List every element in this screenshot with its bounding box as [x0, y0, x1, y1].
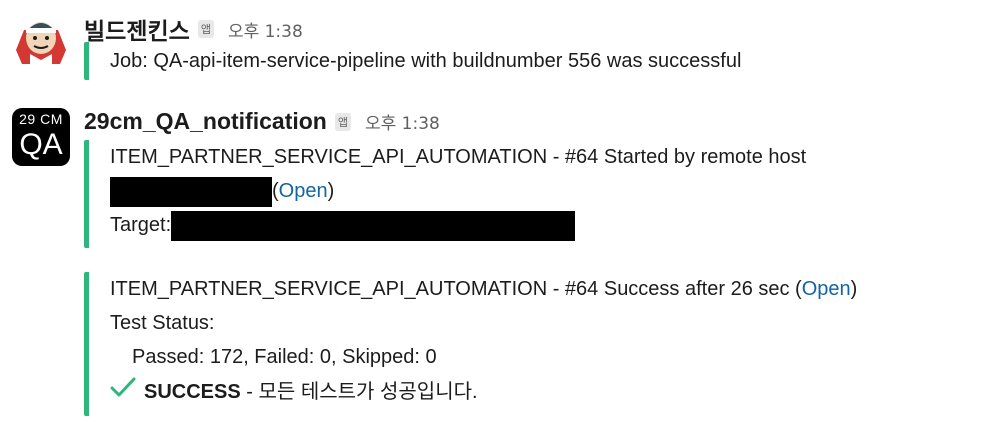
attachment-text: Job: QA-api-item-service-pipeline with b… [110, 50, 742, 72]
attachment-success: ITEM_PARTNER_SERVICE_API_AUTOMATION - #6… [84, 272, 857, 416]
avatar-main-text: QA [19, 128, 63, 161]
open-link[interactable]: Open [279, 180, 328, 202]
success-line-suffix: ) [850, 278, 858, 300]
timestamp[interactable]: 오후 1:38 [228, 17, 303, 42]
target-line: Target: [110, 208, 806, 242]
target-label: Target: [110, 214, 172, 236]
success-line-prefix: ITEM_PARTNER_SERVICE_API_AUTOMATION - #6… [110, 278, 802, 300]
open-line: (Open) [110, 174, 806, 208]
success-rest: - 모든 테스트가 성공입니다. [240, 381, 478, 403]
message-header: 빌드젠킨스 앱 오후 1:38 [84, 12, 303, 46]
attachment-started: ITEM_PARTNER_SERVICE_API_AUTOMATION - #6… [84, 140, 806, 248]
check-icon [110, 374, 144, 408]
message-header: 29cm_QA_notification 앱 오후 1:38 [84, 108, 440, 135]
redacted-block [110, 176, 272, 207]
started-line: ITEM_PARTNER_SERVICE_API_AUTOMATION - #6… [110, 146, 807, 168]
success-summary: SUCCESS - 모든 테스트가 성공입니다. [110, 374, 857, 409]
open-link[interactable]: Open [802, 278, 851, 300]
attachment: Job: QA-api-item-service-pipeline with b… [84, 42, 741, 80]
test-results: Passed: 172, Failed: 0, Skipped: 0 [132, 346, 437, 368]
redacted-block [171, 210, 576, 241]
qa-avatar-icon[interactable]: 29 CM QA [12, 108, 70, 166]
app-badge: 앱 [197, 20, 214, 38]
app-badge: 앱 [334, 112, 351, 131]
avatar-top-text: 29 CM [19, 111, 63, 127]
paren: ( [272, 180, 279, 202]
timestamp[interactable]: 오후 1:38 [365, 109, 440, 134]
sender-name[interactable]: 빌드젠킨스 [84, 12, 190, 46]
jenkins-avatar-icon[interactable] [12, 10, 70, 68]
success-word: SUCCESS [144, 381, 241, 403]
success-line: ITEM_PARTNER_SERVICE_API_AUTOMATION - #6… [110, 272, 857, 306]
sender-name[interactable]: 29cm_QA_notification [84, 108, 327, 135]
test-status-label: Test Status: [110, 312, 215, 334]
paren: ) [327, 180, 335, 202]
